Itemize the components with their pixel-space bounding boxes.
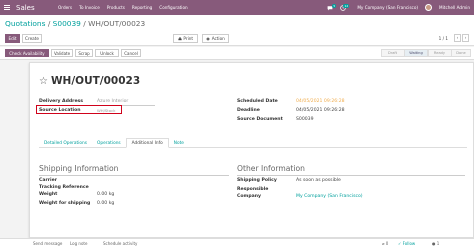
gear-icon (206, 37, 210, 40)
carrier-label: Carrier (39, 178, 57, 183)
weight-value[interactable]: 0.00 kg (97, 192, 114, 197)
delivery-address-value[interactable]: Azure Interior (97, 99, 128, 104)
followers-value: 1 (436, 241, 440, 246)
star-icon[interactable]: ☆ (39, 76, 48, 87)
stage-done[interactable]: Done (451, 49, 471, 57)
pager-value: 1 / 1 (438, 36, 448, 41)
user-avatar[interactable] (425, 4, 433, 11)
main-menu: Orders To Invoice Products Reporting Con… (58, 5, 188, 10)
menu-reporting[interactable]: Reporting (132, 5, 152, 10)
breadcrumb-sep: / (80, 19, 89, 28)
section-divider (39, 175, 229, 176)
delivery-address-label: Delivery Address (39, 99, 84, 104)
attachments-value: 0 (385, 241, 389, 246)
menu-orders[interactable]: Orders (58, 5, 72, 10)
breadcrumb-current: WH/OUT/00023 (88, 19, 146, 28)
tab-note[interactable]: Note (169, 138, 189, 148)
control-panel: Quotations / S00039 / WH/OUT/00023 Edit … (0, 15, 474, 46)
print-label: Print (183, 36, 194, 41)
company-label: Company (237, 194, 261, 199)
user-name[interactable]: Mitchell Admin (439, 5, 470, 10)
source-document-value[interactable]: S00039 (296, 117, 314, 122)
weight-for-shipping-value[interactable]: 0.00 kg (97, 201, 114, 206)
follow-label: Follow (402, 241, 416, 246)
pager-next-icon[interactable]: › (462, 34, 469, 42)
scrap-button[interactable]: Scrap (75, 49, 93, 57)
source-location-highlight (36, 105, 122, 114)
deadline-value[interactable]: 04/05/2021 09:26:28 (296, 108, 345, 113)
systray: 5 12 My Company (San Francisco) Mitchell… (327, 0, 470, 15)
breadcrumb-sep: / (45, 19, 53, 28)
source-document-label: Source Document (237, 117, 283, 122)
record-title-row: ☆ WH/OUT/00023 (39, 75, 140, 87)
edit-button[interactable]: Edit (5, 34, 20, 43)
action-button[interactable]: Action (202, 34, 229, 43)
company-switcher[interactable]: My Company (San Francisco) (357, 5, 418, 10)
form-sheet: ☆ WH/OUT/00023 Delivery Address Azure In… (29, 62, 474, 238)
menu-configuration[interactable]: Configuration (159, 5, 187, 10)
tab-detailed-operations[interactable]: Detailed Operations (39, 138, 92, 148)
print-icon (178, 36, 182, 40)
app-name[interactable]: Sales (16, 4, 54, 12)
apps-menu-icon[interactable] (0, 0, 14, 15)
weight-for-shipping-label: Weight for shipping (39, 201, 91, 206)
scheduled-date-label: Scheduled Date (237, 99, 278, 104)
other-info-title: Other Information (237, 164, 305, 173)
chatter-bar: Send message Log note Schedule activity … (0, 238, 474, 247)
check-availability-button[interactable]: Check Availability (5, 49, 49, 57)
weight-label: Weight (39, 192, 58, 197)
scheduled-date-value[interactable]: 04/05/2021 09:26:28 (296, 99, 345, 104)
unlock-button[interactable]: Unlock (95, 49, 119, 57)
print-button[interactable]: Print (173, 34, 198, 43)
clock-icon[interactable]: 12 (340, 3, 350, 11)
tab-additional-info[interactable]: Additional Info (125, 138, 169, 148)
chat-icon[interactable]: 5 (327, 3, 337, 11)
breadcrumb-quotations[interactable]: Quotations (5, 19, 45, 28)
record-title: WH/OUT/00023 (50, 75, 141, 87)
stage-draft[interactable]: Draft (380, 49, 405, 57)
shipping-policy-label: Shipping Policy (237, 178, 277, 183)
top-navbar: Sales Orders To Invoice Products Reporti… (0, 0, 474, 15)
menu-products[interactable]: Products (107, 5, 125, 10)
attachments-count[interactable]: ⌀ 0 (382, 241, 388, 246)
schedule-activity-button[interactable]: Schedule activity (103, 241, 137, 246)
send-message-button[interactable]: Send message (33, 241, 62, 246)
company-value[interactable]: My Company (San Francisco) (296, 194, 363, 199)
log-note-button[interactable]: Log note (70, 241, 87, 246)
activity-badge: 12 (343, 3, 350, 8)
tab-operations[interactable]: Operations (92, 138, 126, 148)
responsible-label: Responsible (237, 187, 269, 192)
deadline-label: Deadline (237, 108, 260, 113)
notebook-tabs: Detailed Operations Operations Additiona… (39, 138, 467, 148)
shipping-info-title: Shipping Information (39, 164, 119, 173)
status-bar: Check Availability Validate Scrap Unlock… (0, 47, 474, 60)
tracking-reference-label: Tracking Reference (39, 185, 89, 190)
stage-ready[interactable]: Ready (427, 49, 452, 57)
followers-count[interactable]: ● 1 (432, 241, 439, 246)
action-label: Action (211, 36, 225, 41)
breadcrumb-order[interactable]: S00039 (53, 19, 81, 28)
menu-to-invoice[interactable]: To Invoice (79, 5, 100, 10)
section-divider (237, 175, 465, 176)
cancel-button[interactable]: Cancel (121, 49, 141, 57)
stage-waiting[interactable]: Waiting (404, 49, 428, 57)
breadcrumb: Quotations / S00039 / WH/OUT/00023 (5, 19, 145, 28)
shipping-policy-value[interactable]: As soon as possible (296, 178, 341, 183)
create-button[interactable]: Create (22, 34, 42, 43)
validate-button[interactable]: Validate (51, 49, 73, 57)
chat-badge: 5 (332, 3, 337, 8)
follow-button[interactable]: ✓ Follow (398, 241, 415, 246)
pager-prev-icon[interactable]: ‹ (454, 34, 461, 42)
stage-bar: Draft Waiting Ready Done (380, 49, 471, 57)
